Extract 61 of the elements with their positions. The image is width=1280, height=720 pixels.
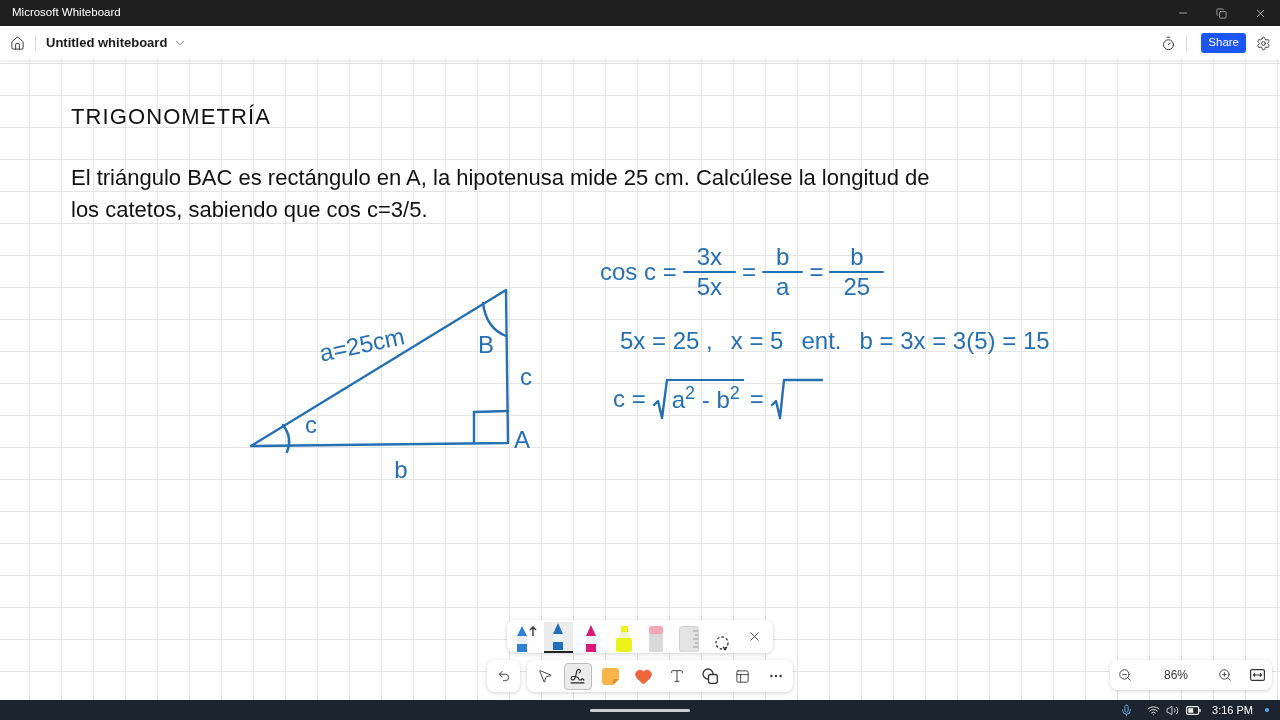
handwritten-text: 5x = 25 ,: [620, 326, 713, 356]
fraction-numerator: b: [775, 243, 791, 271]
square-root-icon: [651, 378, 668, 420]
handwritten-text: =: [749, 384, 764, 414]
handwritten-text: =: [809, 257, 824, 287]
undo-button[interactable]: [487, 660, 520, 692]
wifi-icon[interactable]: [1147, 703, 1160, 717]
fraction-denominator: 25: [842, 273, 872, 301]
fraction-numerator: 3x: [695, 243, 724, 271]
board-name-dropdown[interactable]: Untitled whiteboard: [46, 33, 188, 53]
triangle-label: b: [394, 456, 408, 484]
sticky-note-icon: [602, 667, 619, 685]
handwritten-text: cos c =: [600, 257, 677, 287]
zoom-out-icon: [1118, 668, 1132, 682]
zoom-level-text: 86%: [1164, 667, 1189, 684]
pointer-icon: [536, 668, 553, 684]
ruler-icon: [678, 626, 699, 652]
share-button[interactable]: Share: [1201, 33, 1246, 53]
pen-button[interactable]: [543, 622, 574, 653]
inking-tool-button[interactable]: [563, 662, 592, 690]
undo-icon: [496, 669, 511, 683]
grab-handle-icon: [590, 708, 690, 712]
text-icon: [668, 668, 685, 684]
handwritten-text: x = 5: [730, 326, 784, 356]
triangle-label: B: [478, 331, 494, 359]
triangle-label: A: [514, 426, 530, 454]
triangle-label: a=25cm: [317, 322, 407, 368]
square-root-icon: [769, 378, 824, 420]
triangle-label: c: [520, 363, 532, 391]
fraction-denominator: a: [775, 273, 791, 301]
battery-icon[interactable]: [1186, 705, 1201, 715]
zoom-in-icon: [1218, 668, 1233, 682]
heart-icon: [634, 666, 653, 686]
fraction-denominator: 5x: [695, 273, 724, 301]
microphone-icon[interactable]: [1120, 703, 1133, 717]
lasso-icon: [713, 636, 730, 652]
triangle-label: c: [305, 411, 317, 439]
app-title: Microsoft Whiteboard: [11, 5, 121, 21]
timer-icon: [1160, 35, 1176, 51]
home-icon: [9, 35, 25, 51]
handwritten-text: b = 3x = 3(5) = 15: [859, 326, 1050, 356]
eraser-icon: [648, 626, 665, 652]
settings-button[interactable]: [1254, 34, 1272, 52]
home-button[interactable]: [8, 34, 26, 52]
handwritten-text: =: [742, 257, 757, 287]
board-heading: TRIGONOMETRÍA: [71, 103, 272, 131]
fit-screen-icon: [1249, 669, 1265, 681]
fraction-numerator: b: [849, 243, 865, 271]
volume-icon[interactable]: [1166, 703, 1179, 717]
zoom-out-button[interactable]: [1116, 666, 1134, 684]
problem-text: El triángulo BAC es rectángulo en A, la hipotenusa mide 25 cm. Calcúlese la longitud de los catetos, sabiendo que cos c=3/5.: [71, 164, 931, 224]
pen-scribble-icon: [569, 667, 586, 685]
handwritten-text: c =: [613, 384, 646, 414]
handwritten-text: ent.: [801, 326, 842, 356]
fit-to-screen-button[interactable]: [1248, 666, 1267, 684]
restore-icon: [1216, 7, 1227, 19]
clock-text[interactable]: 3:16 PM: [1212, 701, 1253, 719]
settings-icon: [1255, 35, 1271, 51]
shapes-icon: [701, 668, 718, 684]
layout-icon: [735, 668, 750, 684]
radicand-text: a$^{2}$ - b$^{2}$: [667, 379, 744, 415]
